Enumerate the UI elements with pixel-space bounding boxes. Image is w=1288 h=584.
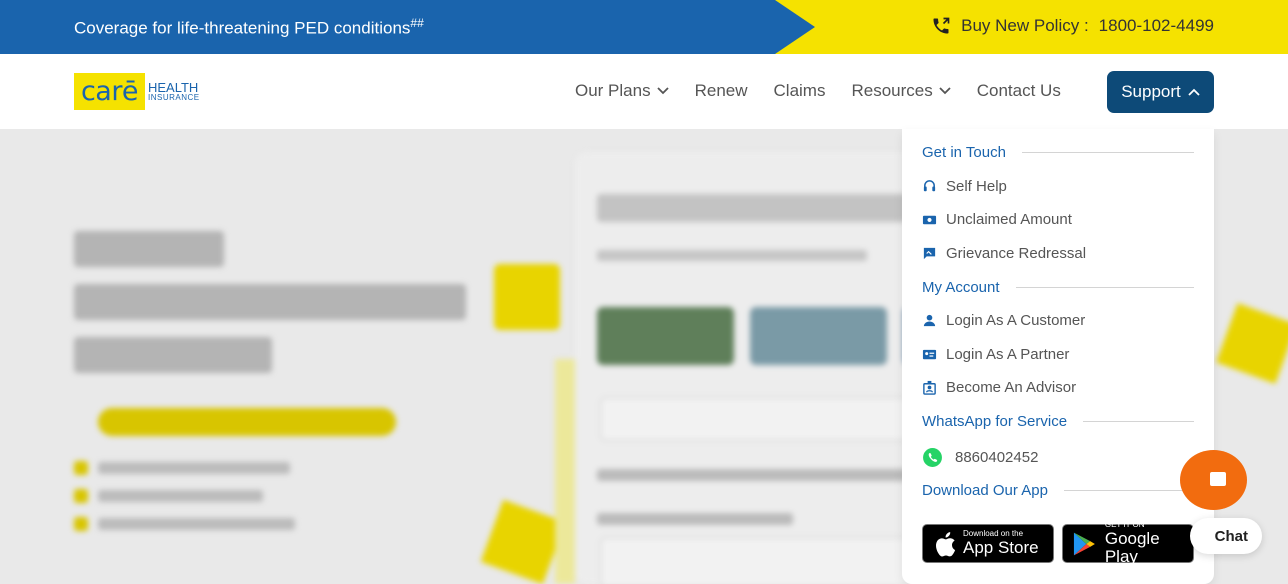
headset-icon (923, 180, 936, 192)
bullet (74, 517, 88, 531)
deco-square (1216, 303, 1288, 384)
app-store-button[interactable]: Download on the App Store (922, 524, 1054, 563)
bullet-text (98, 518, 295, 530)
menu-self-help[interactable]: Self Help (922, 178, 1007, 195)
menu-whatsapp-number[interactable]: 8860402452 (922, 447, 1038, 468)
nav-renew-label: Renew (694, 81, 748, 100)
nav-contact-us[interactable]: Contact Us (977, 81, 1061, 101)
deco-square (480, 499, 566, 584)
section-my-account: My Account (922, 279, 1194, 296)
menu-grievance-redressal[interactable]: Grievance Redressal (922, 245, 1086, 262)
chat-button[interactable]: Chat (1190, 518, 1262, 554)
support-button[interactable]: Support (1107, 71, 1214, 113)
section-download-app: Download Our App (922, 482, 1194, 499)
section-title: My Account (922, 279, 1000, 296)
chevron-up-icon (1188, 88, 1200, 96)
id-card-icon (922, 349, 937, 360)
menu-become-advisor[interactable]: Become An Advisor (922, 379, 1076, 396)
chevron-down-icon (939, 87, 951, 95)
google-play-big: Google Play (1104, 528, 1160, 567)
phone-number: 1800-102-4499 (1098, 16, 1214, 35)
google-play-text: GET IT ON Google Play (1105, 520, 1193, 567)
buy-policy-phone[interactable]: Buy New Policy : 1800-102-4499 (931, 16, 1214, 36)
menu-label: Unclaimed Amount (946, 211, 1072, 228)
advisor-icon (923, 380, 936, 395)
section-title: Download Our App (922, 482, 1048, 499)
nav-resources[interactable]: Resources (851, 81, 951, 101)
divider (1083, 421, 1194, 422)
support-dropdown: Get in Touch Self Help Unclaimed Amount … (902, 129, 1214, 584)
feedback-icon (923, 247, 936, 260)
chat-label: Chat (1214, 527, 1248, 545)
section-title: Get in Touch (922, 144, 1006, 161)
app-store-text: Download on the App Store (963, 529, 1039, 557)
divider (1015, 287, 1194, 288)
google-play-button[interactable]: GET IT ON Google Play (1062, 520, 1194, 566)
nav-menu: Our Plans Renew Claims Resources Contact… (575, 81, 1061, 101)
whatsapp-icon (923, 448, 942, 467)
nav-resources-label: Resources (851, 81, 933, 100)
whatsapp-number: 8860402452 (955, 449, 1039, 466)
deco-strip (555, 359, 575, 584)
menu-unclaimed-amount[interactable]: Unclaimed Amount (922, 211, 1072, 228)
menu-label: Grievance Redressal (946, 245, 1087, 262)
nav-our-plans[interactable]: Our Plans (575, 81, 669, 101)
logo-text: HEALTH INSURANCE (148, 81, 200, 102)
menu-login-customer[interactable]: Login As A Customer (922, 312, 1085, 329)
discount-pill (98, 408, 396, 436)
divider (1063, 490, 1194, 491)
nav-our-plans-label: Our Plans (575, 81, 651, 100)
phone-icon (933, 17, 950, 34)
top-announcement-bar: Coverage for life-threatening PED condit… (0, 0, 1288, 54)
region-image (750, 307, 887, 365)
section-title: WhatsApp for Service (922, 413, 1068, 430)
menu-label: Self Help (946, 178, 1007, 195)
promo-sup: ## (410, 16, 424, 30)
main-navbar: carē HEALTH INSURANCE Our Plans Renew Cl… (0, 54, 1288, 129)
promo-text[interactable]: Coverage for life-threatening PED condit… (74, 16, 424, 39)
logo-line2: INSURANCE (148, 93, 200, 102)
bullet-text (98, 490, 263, 502)
nav-claims-label: Claims (773, 81, 826, 100)
chevron-down-icon (656, 87, 669, 95)
hero-title-blurred (74, 221, 466, 373)
divider (1021, 152, 1194, 153)
bullet-text (98, 462, 290, 474)
chat-launcher-button[interactable] (1180, 450, 1247, 510)
nav-contact-us-label: Contact Us (976, 81, 1061, 100)
user-icon (923, 314, 936, 327)
deco-square (494, 264, 560, 330)
bullet (74, 489, 88, 503)
region-image (597, 307, 734, 365)
app-store-big: App Store (963, 537, 1039, 557)
apple-icon (936, 531, 956, 557)
chat-icon (1210, 472, 1226, 486)
nav-claims[interactable]: Claims (774, 81, 826, 101)
menu-label: Become An Advisor (946, 379, 1077, 396)
section-get-in-touch: Get in Touch (922, 144, 1194, 161)
logo-mark: carē (74, 73, 145, 110)
nav-renew[interactable]: Renew (695, 81, 748, 101)
bullet (74, 461, 88, 475)
menu-label: Login As A Customer (946, 312, 1086, 329)
promo-label: Coverage for life-threatening PED condit… (74, 18, 411, 38)
money-icon (922, 215, 937, 225)
care-health-logo[interactable]: carē HEALTH INSURANCE (74, 73, 200, 110)
section-whatsapp: WhatsApp for Service (922, 413, 1194, 430)
menu-login-partner[interactable]: Login As A Partner (922, 346, 1069, 363)
google-play-icon (1073, 532, 1095, 555)
support-label: Support (1121, 82, 1181, 101)
phone-label: Buy New Policy : (961, 16, 1089, 35)
menu-label: Login As A Partner (946, 346, 1070, 363)
